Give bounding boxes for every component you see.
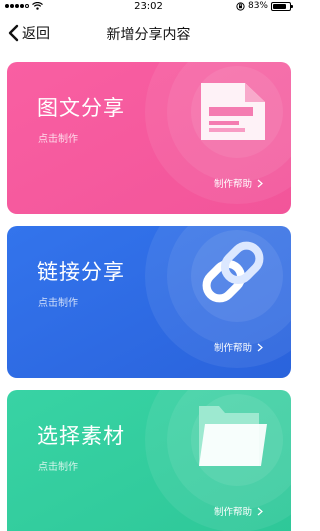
folder-icon (199, 406, 267, 466)
battery-level (273, 3, 287, 9)
card-link-share[interactable]: 链接分享 点击制作 制作帮助 (7, 226, 291, 378)
card-subtitle: 点击制作 (38, 134, 78, 145)
card-title: 图文分享 (37, 96, 125, 120)
nav-bar: 返回 新增分享内容 (0, 14, 297, 52)
card-title: 链接分享 (37, 260, 125, 284)
help-label: 制作帮助 (213, 343, 252, 354)
battery-percent: 83% (247, 1, 268, 11)
chevron-right-icon (257, 179, 263, 187)
orientation-lock-icon (236, 1, 245, 11)
back-label: 返回 (22, 26, 50, 42)
status-bar: 23:02 83% (0, 0, 297, 14)
card-title: 选择素材 (37, 424, 125, 448)
card-image-text-share[interactable]: 图文分享 点击制作 制作帮助 (7, 62, 291, 214)
back-button[interactable]: 返回 (6, 23, 50, 43)
help-label: 制作帮助 (213, 179, 252, 190)
help-link[interactable]: 制作帮助 (214, 340, 263, 354)
status-right: 83% (236, 1, 293, 11)
chevron-left-icon (8, 24, 19, 42)
card-subtitle: 点击制作 (38, 462, 78, 473)
chevron-right-icon (257, 343, 263, 351)
help-link[interactable]: 制作帮助 (214, 504, 263, 518)
help-label: 制作帮助 (213, 507, 252, 518)
help-link[interactable]: 制作帮助 (214, 176, 263, 190)
card-select-material[interactable]: 选择素材 点击制作 制作帮助 (7, 390, 291, 531)
chevron-right-icon (257, 507, 263, 515)
battery-icon (271, 1, 293, 11)
card-subtitle: 点击制作 (38, 298, 78, 309)
